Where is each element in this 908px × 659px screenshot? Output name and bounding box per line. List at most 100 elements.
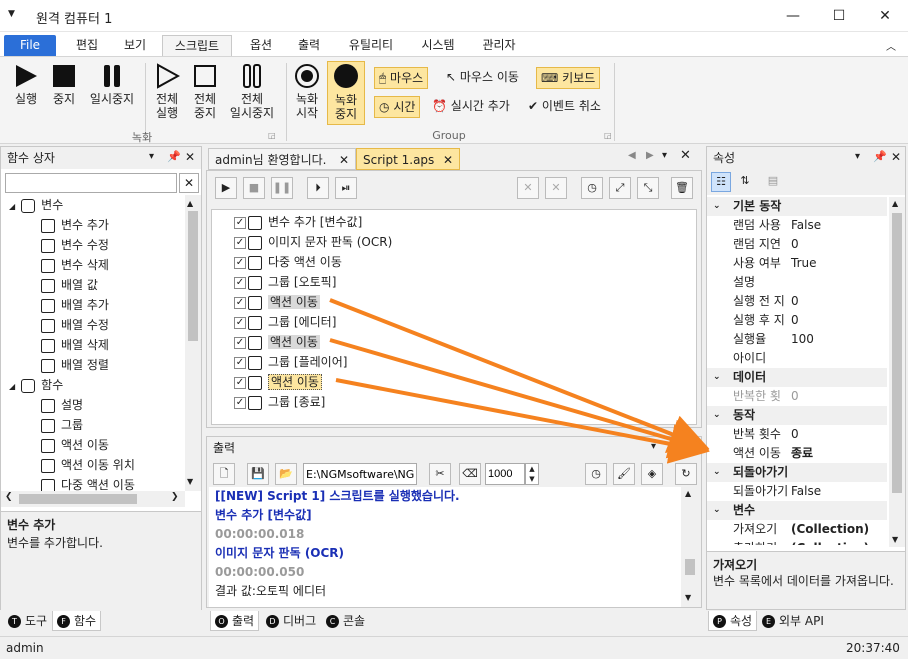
timestamp-button[interactable]: ◷ [585,463,607,485]
tree-item[interactable]: ◢ 변수 [9,195,63,215]
line-limit-input[interactable] [485,463,525,485]
script-row[interactable]: ✓ 다중 액션 이동 [234,252,342,272]
tree-item[interactable]: 배열 수정 [41,315,109,335]
property-row[interactable]: 아이디 [707,349,887,368]
enable-checkbox[interactable]: ✓ [234,256,246,269]
close-icon[interactable]: ✕ [680,148,691,163]
collapse-icon[interactable]: ⌄ [713,463,721,482]
menu-edit[interactable]: 편집 [64,35,110,56]
tab-output[interactable]: O 출력 [210,611,260,631]
enable-checkbox[interactable]: ✓ [234,296,246,309]
property-pages-icon[interactable]: ▤ [763,172,783,192]
close-button[interactable]: ✕ [862,0,908,32]
pause-button[interactable]: 일시중지 [84,63,140,106]
close-icon[interactable]: ✕ [443,149,453,171]
tab-tools[interactable]: T 도구 [4,611,52,631]
timer-button[interactable]: ◷ [581,177,603,199]
clear-search-button[interactable]: ✕ [179,173,199,193]
enable-checkbox[interactable]: ✓ [234,376,246,389]
menu-utility[interactable]: 유틸리티 [336,35,406,56]
property-row[interactable]: 되돌아가기 False [707,482,887,501]
eraser-button[interactable]: ⌫ [459,463,481,485]
tree-item[interactable]: 액션 이동 위치 [41,455,135,475]
horizontal-scrollbar[interactable]: ❮ ❯ [1,491,185,507]
tree-item[interactable]: 변수 삭제 [41,255,109,275]
menu-output[interactable]: 출력 [286,35,332,56]
property-category[interactable]: ⌄ 데이터 [707,368,887,387]
step-over-button[interactable]: ⏯ [335,177,357,199]
property-row[interactable]: 실행율 100 [707,330,887,349]
tab-script[interactable]: Script 1.aps ✕ [356,148,460,170]
enable-checkbox[interactable]: ✓ [234,316,246,329]
tree-item[interactable]: 배열 삭제 [41,335,109,355]
menu-system[interactable]: 시스템 [410,35,466,56]
mouse-toggle[interactable]: 🖱 마우스 [374,67,429,89]
expand-all-button[interactable]: ⤢ [609,177,631,199]
script-row[interactable]: ✓ 액션 이동 [234,292,320,312]
menu-options[interactable]: 옵션 [238,35,284,56]
tab-scroll-left-icon[interactable]: ◀ [628,150,636,161]
tree-item[interactable]: 그룹 [41,415,83,435]
tree-item[interactable]: 배열 값 [41,275,98,295]
scrollbar-thumb[interactable] [188,211,198,341]
dialog-launcher-icon[interactable]: ◲ [268,131,276,140]
tree-item[interactable]: 배열 추가 [41,295,109,315]
record-start-button[interactable]: 녹화 시작 [289,63,325,120]
enable-checkbox[interactable]: ✓ [234,216,246,229]
script-row[interactable]: ✓ 그룹 [플레이어] [234,352,347,372]
line-limit-spinner[interactable]: ▲ ▼ [525,463,539,485]
run-all-button[interactable]: 전체 실행 [148,63,186,120]
maximize-button[interactable]: ☐ [816,0,862,32]
stop-all-button[interactable]: 전체 중지 [186,63,224,120]
save-button[interactable]: 💾 [247,463,269,485]
script-row[interactable]: ✓ 액션 이동 [234,372,322,392]
property-row[interactable]: 설명 [707,273,887,292]
panel-menu-icon[interactable]: ▾ [855,151,860,162]
mouse-move-toggle[interactable]: ↖ 마우스 이동 [442,67,523,89]
tree-item[interactable]: ◢ 함수 [9,375,63,395]
tree-item[interactable]: 변수 수정 [41,235,109,255]
collapse-icon[interactable]: ⌄ [713,197,721,216]
stop-button[interactable]: 중지 [46,63,82,106]
scroll-down-icon[interactable]: ▼ [892,535,898,544]
tree-item[interactable]: 배열 정렬 [41,355,109,375]
tab-scroll-right-icon[interactable]: ▶ [646,150,654,161]
enable-checkbox[interactable]: ✓ [234,396,246,409]
pin-icon[interactable]: 📌 [667,440,681,453]
collapse-icon[interactable]: ⌄ [713,501,721,520]
enable-checkbox[interactable]: ✓ [234,336,246,349]
pin-icon[interactable]: 📌 [873,150,887,163]
close-icon[interactable]: ✕ [685,440,695,454]
script-row[interactable]: ✓ 이미지 문자 판독 (OCR) [234,232,392,252]
close-icon[interactable]: ✕ [891,150,901,164]
expander-icon[interactable]: ◢ [9,382,15,391]
scroll-down-icon[interactable]: ▼ [685,593,691,602]
tree-item[interactable]: 액션 이동 [41,435,109,455]
tab-functions[interactable]: F 함수 [52,611,102,631]
menu-admin[interactable]: 관리자 [470,35,528,56]
scroll-right-icon[interactable]: ❯ [171,492,179,502]
search-input[interactable] [5,173,177,193]
pause-all-button[interactable]: 전체 일시중지 [224,63,280,120]
output-scrollbar[interactable]: ▲ ▼ [681,487,699,607]
record-stop-button[interactable]: 녹화 중지 [327,61,365,125]
open-folder-button[interactable]: 📂 [275,463,297,485]
property-category[interactable]: ⌄ 되돌아가기 [707,463,887,482]
script-pause-button[interactable]: ❚❚ [271,177,293,199]
tab-properties[interactable]: P 속성 [708,611,758,631]
dialog-launcher-icon[interactable]: ◲ [604,131,612,140]
menu-file[interactable]: File [4,35,56,56]
property-row[interactable]: 사용 여부 True [707,254,887,273]
property-row[interactable]: 반복한 횟0 [707,387,887,406]
step-into-button[interactable]: ⏵ [307,177,329,199]
property-row[interactable]: 랜덤 사용 False [707,216,887,235]
script-row[interactable]: ✓ 그룹 [오토픽] [234,272,336,292]
system-menu-icon[interactable]: ▼ [8,9,15,19]
run-button[interactable]: 실행 [8,63,44,106]
property-row[interactable]: 추가하기(Collection) [707,539,887,545]
keyboard-toggle[interactable]: ⌨ 키보드 [536,67,601,89]
enable-checkbox[interactable]: ✓ [234,356,246,369]
property-row[interactable]: 랜덤 지연 0 [707,235,887,254]
scroll-up-icon[interactable]: ▲ [187,199,193,208]
tab-welcome[interactable]: admin님 환영합니다. ✕ [208,148,356,170]
